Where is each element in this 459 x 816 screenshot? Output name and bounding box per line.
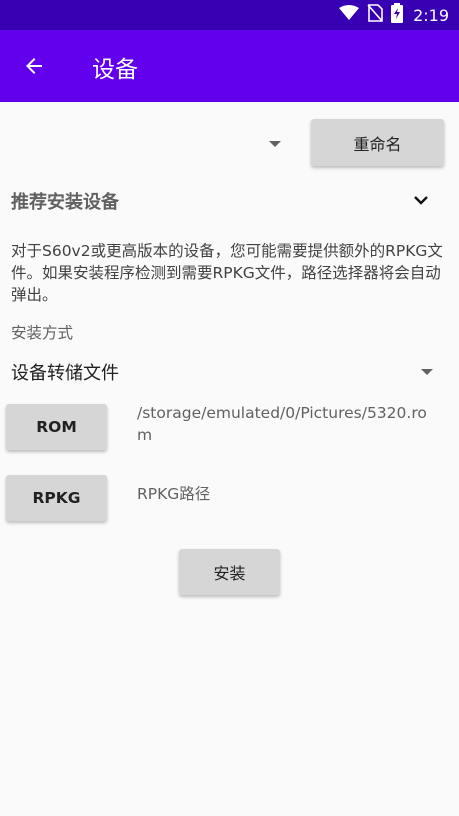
- rpkg-path: RPKG路径: [137, 485, 211, 503]
- wifi-icon: [339, 5, 360, 25]
- rom-path: /storage/emulated/0/Pictures/5320.rom: [137, 404, 427, 444]
- rename-button[interactable]: 重命名: [311, 119, 444, 166]
- recommended-devices-header[interactable]: 推荐安装设备: [11, 188, 119, 214]
- install-mode-label: 安装方式: [11, 324, 74, 342]
- app-bar: 设备: [0, 30, 459, 102]
- dropdown-arrow-icon: [269, 141, 281, 147]
- install-mode-select[interactable]: 设备转储文件: [11, 359, 119, 385]
- recommended-description: 对于S60v2或更高版本的设备，您可能需要提供额外的RPKG文件。如果安装程序检…: [11, 242, 443, 304]
- device-spinner[interactable]: [11, 122, 291, 166]
- install-button[interactable]: 安装: [179, 549, 280, 595]
- arrow-back-icon[interactable]: [20, 52, 48, 80]
- dropdown-arrow-icon[interactable]: [421, 369, 433, 375]
- rom-button[interactable]: ROM: [6, 404, 107, 450]
- status-bar: 2:19: [0, 0, 459, 30]
- rpkg-button[interactable]: RPKG: [6, 475, 107, 521]
- status-icons: 2:19: [339, 3, 449, 27]
- battery-charging-icon: [391, 3, 404, 27]
- chevron-down-icon[interactable]: [411, 190, 431, 210]
- status-time: 2:19: [413, 5, 449, 25]
- no-sim-icon: [367, 4, 383, 26]
- page-title: 设备: [92, 57, 138, 83]
